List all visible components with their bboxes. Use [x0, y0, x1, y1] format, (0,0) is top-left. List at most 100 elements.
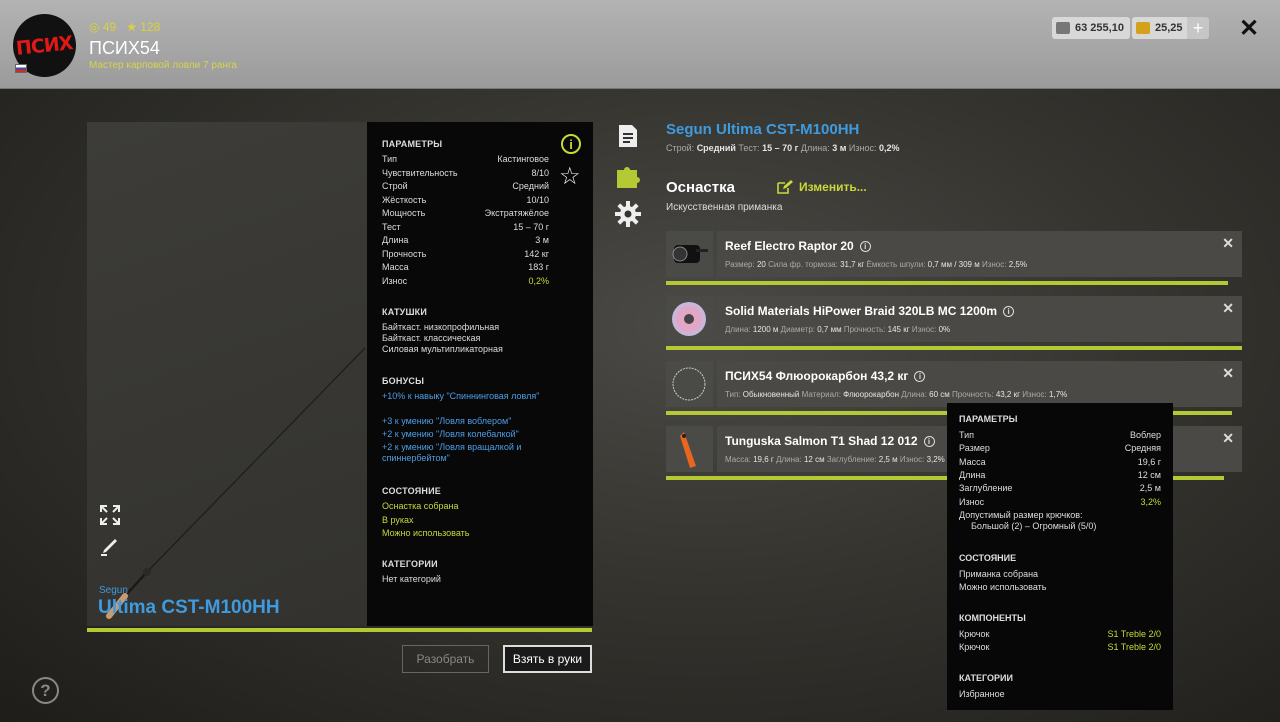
stat-label: Износ:	[981, 260, 1007, 269]
rod-preview[interactable]	[87, 122, 367, 626]
item-name: Reef Electro Raptor 20 i	[725, 239, 871, 253]
silver-value: 63 255,10	[1075, 22, 1124, 34]
param-row: Мощность Экстратяжёлое	[382, 208, 549, 218]
rename-pen-icon[interactable]	[99, 535, 121, 562]
tooltip-state-item: Можно использовать	[959, 582, 1047, 592]
remove-item-icon[interactable]: ✕	[1222, 430, 1234, 447]
param-label: Жёсткость	[382, 194, 427, 205]
component-row: Крючок S1 Treble 2/0	[959, 642, 1161, 652]
tackle-item-leader[interactable]: ПСИХ54 Флюорокарбон 43,2 кг i Тип: Обыкно…	[666, 361, 1242, 415]
stat-label: Масса:	[725, 455, 751, 464]
tackle-title: Оснастка	[666, 179, 735, 196]
tackle-item-reel[interactable]: Reef Electro Raptor 20 i Размер: 20 Сила …	[666, 231, 1242, 285]
fishing-rod-image	[106, 347, 366, 619]
spec-label: Тест:	[738, 143, 760, 153]
item-wear-bar	[666, 346, 1242, 350]
edit-tackle-link[interactable]: Изменить...	[777, 180, 867, 194]
param-row: Масса 183 г	[382, 262, 549, 272]
rod-title: Segun Ultima CST-M100HH	[666, 121, 860, 138]
component-value: S1 Treble 2/0	[1107, 642, 1161, 652]
tooltip-param-value: 3,2%	[1140, 496, 1161, 507]
stat-value: 19,6 г	[753, 455, 774, 464]
star-small-icon: ★	[126, 20, 137, 34]
stat-label: Диаметр:	[780, 325, 816, 334]
document-icon[interactable]	[614, 122, 642, 155]
param-value: 10/10	[526, 194, 549, 205]
param-value: Средний	[512, 181, 549, 191]
spec-value: Средний	[696, 143, 736, 153]
remove-item-icon[interactable]: ✕	[1222, 300, 1234, 317]
leader-thumbnail	[666, 361, 713, 407]
help-icon[interactable]: ?	[32, 677, 59, 704]
stat-value: 43,2 кг	[995, 390, 1021, 399]
tooltip-state-title: СОСТОЯНИЕ	[959, 553, 1017, 563]
stat-label: Длина:	[725, 325, 751, 334]
param-label: Тест	[382, 221, 401, 232]
state-item: Можно использовать	[382, 528, 470, 538]
reels-title: КАТУШКИ	[382, 307, 428, 317]
param-value: 142 кг	[524, 248, 549, 259]
bonus-item: +10% к навыку "Спиннинговая ловля"	[382, 391, 540, 401]
favorite-star-icon[interactable]: ☆	[559, 162, 581, 191]
item-info-icon[interactable]: i	[1003, 305, 1015, 317]
stat-label: Износ:	[911, 325, 937, 334]
tackle-item-line[interactable]: Solid Materials HiPower Braid 320LB MC 1…	[666, 296, 1242, 350]
spec-label: Строй:	[666, 143, 695, 153]
take-in-hands-button[interactable]: Взять в руки	[503, 645, 592, 673]
level-stat: ◎ 49	[89, 20, 116, 34]
stat-value: 31,7 кг	[840, 260, 865, 269]
tooltip-param-value: Средняя	[1124, 443, 1161, 454]
stat-label: Длина:	[901, 390, 927, 399]
item-name: Solid Materials HiPower Braid 320LB MC 1…	[725, 304, 1015, 318]
settings-gear-icon[interactable]	[614, 200, 642, 233]
gold-balance: 25,25	[1132, 17, 1189, 39]
stat-label: Прочность:	[952, 390, 994, 399]
item-stats: Масса: 19,6 г Длина: 12 см Заглубление: …	[725, 455, 945, 464]
close-icon[interactable]: ✕	[1239, 14, 1259, 43]
expand-icon[interactable]	[99, 504, 121, 531]
item-body: ПСИХ54 Флюорокарбон 43,2 кг i Тип: Обыкно…	[717, 361, 1242, 407]
item-info-icon[interactable]: i	[914, 370, 926, 382]
param-label: Прочность	[382, 248, 427, 259]
player-stats: ◎ 49 ★ 128	[89, 20, 160, 34]
info-icon[interactable]: i	[561, 134, 581, 154]
puzzle-icon[interactable]	[614, 160, 644, 195]
tooltip-categories-title: КАТЕГОРИИ	[959, 673, 1013, 683]
user-rank: Мастер карповой ловли 7 ранга	[89, 60, 237, 71]
remove-item-icon[interactable]: ✕	[1222, 235, 1234, 252]
reel-type: Силовая мультипликаторная	[382, 344, 503, 354]
param-row: Прочность 142 кг	[382, 249, 549, 259]
item-title: Solid Materials HiPower Braid 320LB MC 1…	[725, 304, 998, 318]
categories-value: Нет категорий	[382, 574, 441, 584]
tooltip-state-item: Приманка собрана	[959, 569, 1039, 579]
item-wear-bar	[666, 281, 1228, 285]
username: ПСИХ54	[89, 38, 160, 58]
item-title: Reef Electro Raptor 20	[725, 239, 854, 253]
param-value: 3 м	[535, 235, 549, 245]
rod-brand: Segun	[99, 585, 128, 596]
item-info-icon[interactable]: i	[859, 240, 871, 252]
stat-label: Износ:	[899, 455, 925, 464]
item-title: ПСИХ54 Флюорокарбон 43,2 кг	[725, 369, 909, 383]
remove-item-icon[interactable]: ✕	[1222, 365, 1234, 382]
stat-label: Сила фр. тормоза:	[768, 260, 838, 269]
silver-balance: 63 255,10	[1052, 17, 1130, 39]
russia-flag-icon	[15, 64, 27, 73]
param-row: Износ 0,2%	[382, 276, 549, 286]
rod-wear-bar	[87, 628, 592, 632]
spec-label: Длина:	[800, 143, 830, 153]
stat-value: 0,7 мм / 309 м	[927, 260, 980, 269]
top-bar: ПСИХ ◎ 49 ★ 128 ПСИХ54 Мастер карповой л…	[0, 0, 1280, 89]
stat-label: Материал:	[801, 390, 841, 399]
disassemble-button[interactable]: Разобрать	[402, 645, 489, 673]
stat-value: 0,7 мм	[817, 325, 842, 334]
tooltip-param-row: Длина 12 см	[959, 470, 1161, 480]
tooltip-categories-value: Избранное	[959, 689, 1005, 699]
param-row: Тип Кастинговое	[382, 154, 549, 164]
stat-label: Длина:	[776, 455, 802, 464]
add-gold-button[interactable]: +	[1187, 17, 1209, 39]
item-info-icon[interactable]: i	[923, 435, 935, 447]
state-title: СОСТОЯНИЕ	[382, 486, 441, 496]
edit-label: Изменить...	[799, 180, 867, 194]
spec-value: 15 – 70 г	[762, 143, 799, 153]
